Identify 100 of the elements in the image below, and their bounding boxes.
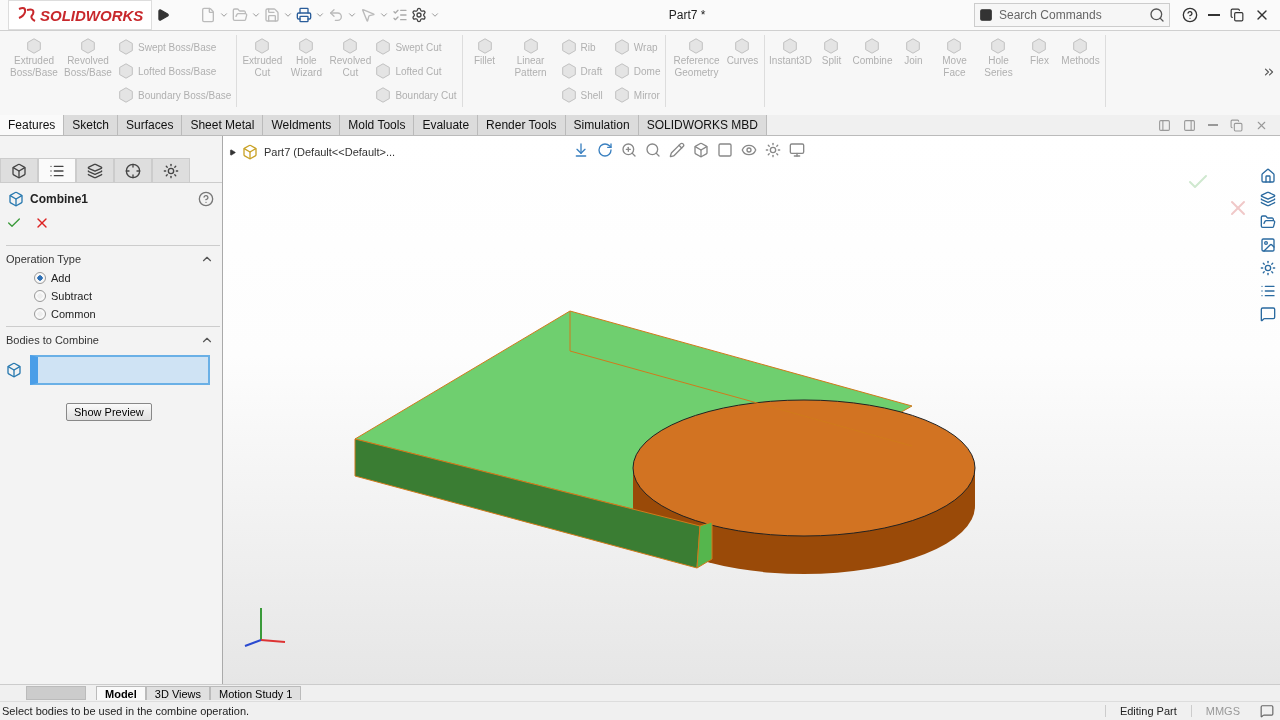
restore-icon (1230, 118, 1243, 132)
panel-tab[interactable] (152, 158, 190, 182)
cube-icon (374, 38, 393, 56)
cube-icon (781, 37, 800, 55)
panel-tab[interactable] (0, 158, 38, 182)
radio-option[interactable]: Common (34, 308, 220, 320)
cube-icon (475, 37, 494, 55)
cube-icon (559, 62, 578, 80)
section-title: Bodies to Combine (6, 334, 99, 346)
command-tab[interactable]: Sheet Metal (182, 115, 264, 135)
search-icon (1149, 7, 1165, 23)
help-icon (198, 191, 214, 207)
solid-body-icon (6, 362, 22, 378)
cube-icon (733, 37, 752, 55)
tree-item[interactable]: Part7 (Default<<Default>... (264, 146, 396, 158)
cube-icon (945, 37, 964, 55)
rotate-icon (597, 142, 613, 158)
command-tab[interactable]: Features (0, 115, 65, 135)
cube-icon (79, 37, 97, 55)
caret-icon (251, 10, 262, 20)
list-icon (1260, 283, 1276, 299)
cube-icon (612, 86, 631, 104)
message-icon (1260, 306, 1276, 322)
eye-icon (741, 142, 757, 158)
minimize-icon (1208, 124, 1218, 126)
document-title: Part7 * (668, 8, 706, 22)
help-icon (1182, 7, 1198, 23)
tile-right-icon (1183, 118, 1196, 132)
logo-icon (17, 6, 37, 24)
panel-tab[interactable] (114, 158, 152, 182)
unit-system[interactable]: MMGS (1190, 705, 1254, 717)
expand-menu-icon (156, 8, 171, 22)
cube-icon (117, 86, 135, 104)
cube-icon (117, 38, 135, 56)
radio-button[interactable] (34, 290, 46, 302)
combine-icon (8, 191, 24, 207)
printer-icon (296, 7, 313, 23)
cube-icon (863, 37, 882, 55)
command-tab[interactable]: Mold Tools (340, 115, 415, 135)
model-tab[interactable]: Motion Study 1 (210, 686, 302, 700)
cube-icon (612, 62, 631, 80)
cube-icon (559, 38, 578, 56)
image-icon (1260, 237, 1276, 253)
part-icon (242, 144, 258, 160)
panel-tab-icon (87, 162, 103, 179)
cube-icon (687, 37, 706, 55)
feature-name: Combine1 (30, 192, 89, 206)
command-tab[interactable]: Surfaces (118, 115, 183, 135)
radio-option[interactable]: Subtract (34, 290, 220, 302)
cube-icon (1030, 37, 1049, 55)
cube-icon (822, 37, 841, 55)
command-prompt-icon (979, 8, 993, 22)
cube-icon (612, 38, 631, 56)
cube-icon (904, 37, 923, 55)
sun-icon (765, 142, 781, 158)
radio-button[interactable] (34, 308, 46, 320)
view-orientation-icon (693, 142, 709, 158)
cube-icon (1071, 37, 1090, 55)
caret-icon (283, 10, 294, 20)
restore-icon (1230, 8, 1244, 22)
appearance-icon (1260, 260, 1276, 276)
zoom-area-icon (645, 142, 661, 158)
folder-icon (1260, 214, 1276, 230)
caret-icon (347, 10, 358, 20)
minimize-icon (1208, 14, 1220, 16)
cube-icon (117, 62, 135, 80)
cube-icon (374, 62, 393, 80)
file-properties-icon (392, 7, 409, 23)
display-style-icon (717, 142, 733, 158)
save-icon (264, 7, 281, 23)
app-logo: SOLIDWORKS (8, 0, 153, 30)
radio-option[interactable]: Add (34, 272, 220, 284)
command-tab[interactable]: Weldments (263, 115, 341, 135)
open-folder-icon (232, 7, 249, 23)
arrow-down-icon (573, 142, 589, 158)
cube-icon (989, 37, 1008, 55)
layers-icon (1260, 191, 1276, 207)
command-tab[interactable]: Render Tools (478, 115, 566, 135)
radio-button[interactable] (34, 272, 46, 284)
status-mode: Editing Part (1104, 705, 1191, 717)
show-preview-button[interactable]: Show Preview (66, 403, 152, 421)
cube-icon (559, 86, 578, 104)
search-field[interactable]: Search Commands (974, 3, 1170, 27)
command-tab[interactable]: Simulation (565, 115, 639, 135)
command-tab[interactable]: Evaluate (414, 115, 479, 135)
panel-tab-icon (11, 162, 27, 179)
tile-left-icon (1158, 118, 1171, 132)
command-tab[interactable]: Sketch (64, 115, 119, 135)
panel-tab[interactable] (38, 158, 76, 182)
monitor-icon (789, 142, 805, 158)
caret-icon (219, 10, 230, 20)
command-tab[interactable]: SOLIDWORKS MBD (638, 115, 767, 135)
panel-tab-icon (163, 162, 179, 179)
panel-tab[interactable] (76, 158, 114, 182)
feedback-icon (1260, 704, 1274, 718)
model-tab[interactable]: Model (96, 686, 146, 700)
model-tab[interactable]: 3D Views (145, 686, 211, 700)
selection-field[interactable] (30, 355, 210, 385)
caret-icon (430, 10, 441, 20)
status-message: Select bodies to be used in the combine operation. (2, 705, 251, 717)
